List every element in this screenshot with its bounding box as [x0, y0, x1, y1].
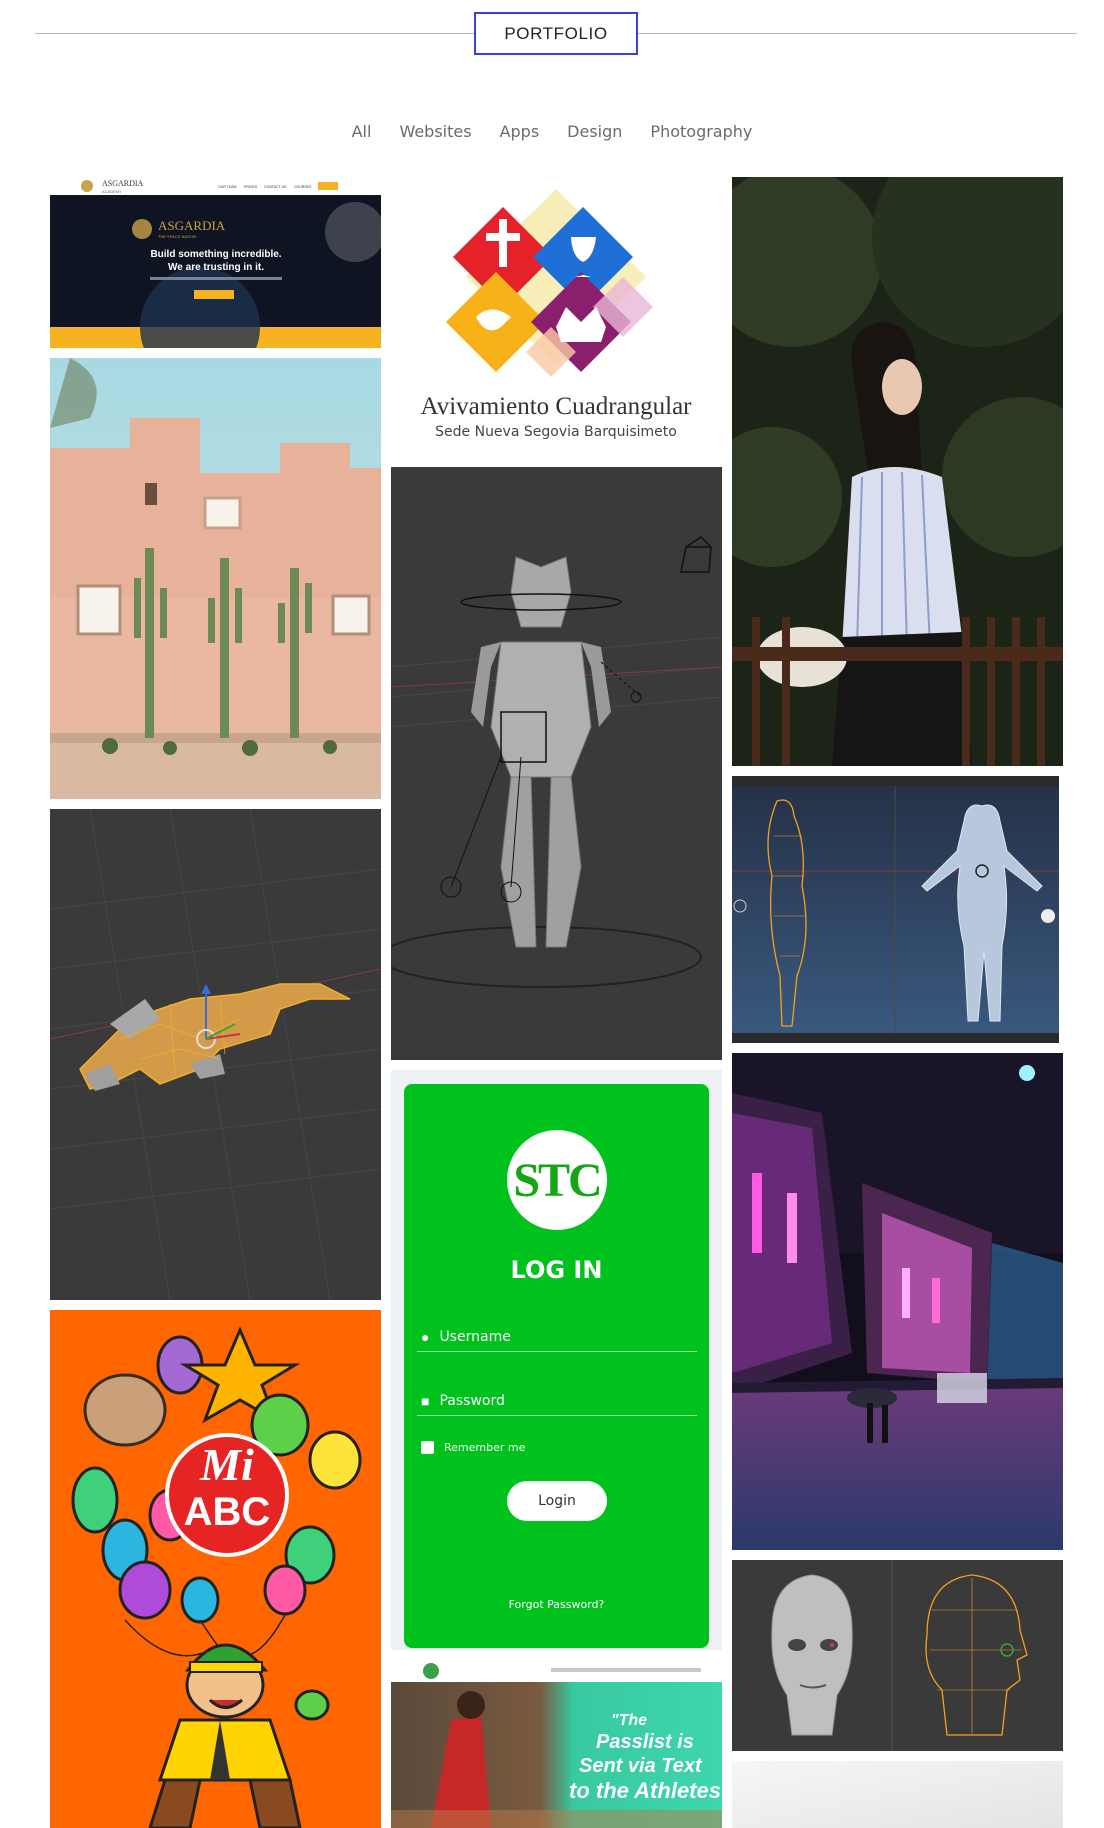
asgardia-headline-1: Build something incredible.: [150, 249, 281, 260]
forgot-password-link[interactable]: Forgot Password?: [404, 1598, 709, 1611]
portfolio-item-3d-robot-rig[interactable]: [391, 467, 722, 1060]
user-icon: ●: [421, 1328, 430, 1345]
password-placeholder: Password: [439, 1392, 505, 1409]
passlist-quote-3: Sent via Text: [579, 1755, 703, 1777]
remember-me-row: Remember me: [421, 1441, 525, 1454]
asgardia-brand: ASGARDIA: [102, 179, 144, 188]
filter-bar: All Websites Apps Design Photography: [0, 122, 1104, 141]
filter-all[interactable]: All: [338, 122, 386, 141]
passlist-quote-4: to the Athletes": [569, 1778, 722, 1803]
portfolio-item-3d-head-models[interactable]: [732, 1560, 1063, 1751]
asgardia-headline-2: We are trusting in it.: [168, 262, 264, 273]
asgardia-nav-contact: CONTACT US: [264, 185, 287, 189]
portfolio-item-passlist-website[interactable]: "The Passlist is Sent via Text to the At…: [391, 1660, 722, 1828]
filter-design[interactable]: Design: [553, 122, 636, 141]
login-title: LOG IN: [510, 1256, 603, 1284]
miabc-word-abc: ABC: [184, 1490, 271, 1534]
passlist-quote-1: "The: [611, 1712, 647, 1729]
portfolio-item-mi-abc-illustration[interactable]: Mi ABC: [50, 1310, 381, 1828]
asgardia-nav-prices: PRICES: [244, 185, 258, 189]
asgardia-hero-brand: ASGARDIA: [158, 218, 226, 233]
username-placeholder: Username: [439, 1328, 511, 1345]
password-field[interactable]: ■ Password: [417, 1386, 697, 1416]
remember-label: Remember me: [444, 1441, 526, 1454]
portfolio-item-neon-city-photo[interactable]: [732, 1053, 1063, 1550]
lock-icon: ■: [421, 1392, 430, 1409]
church-name: Avivamiento Cuadrangular: [421, 393, 693, 420]
miabc-word-mi: Mi: [199, 1439, 254, 1490]
page-title: PORTFOLIO: [474, 12, 638, 55]
asgardia-hero-tag: THE SPACE NATION: [158, 234, 196, 239]
portfolio-item-church-logo[interactable]: Avivamiento Cuadrangular Sede Nueva Sego…: [391, 177, 722, 447]
filter-photography[interactable]: Photography: [636, 122, 766, 141]
portfolio-item-asgardia-website[interactable]: ASGARDIA ACADEMY OUR TEAM PRICES CONTACT…: [50, 177, 381, 348]
asgardia-nav-courses: COURSES: [294, 185, 312, 189]
asgardia-brand-sub: ACADEMY: [102, 189, 122, 194]
login-button[interactable]: Login: [507, 1481, 607, 1521]
stc-logo-text: STC: [513, 1153, 602, 1207]
passlist-quote-2: Passlist is: [596, 1731, 694, 1753]
portfolio-item-light-image[interactable]: [732, 1761, 1063, 1828]
portfolio-item-3d-figure-wireframe[interactable]: [732, 776, 1059, 1043]
remember-checkbox[interactable]: [421, 1441, 434, 1454]
stc-logo: STC: [507, 1130, 607, 1230]
church-sub: Sede Nueva Segovia Barquisimeto: [435, 424, 677, 440]
username-field[interactable]: ● Username: [417, 1322, 697, 1352]
filter-websites[interactable]: Websites: [385, 122, 485, 141]
portfolio-item-stc-login-app[interactable]: STC LOG IN ● Username ■ Password Remembe…: [391, 1070, 722, 1650]
login-card: STC LOG IN ● Username ■ Password Remembe…: [404, 1084, 709, 1648]
asgardia-nav-team: OUR TEAM: [218, 185, 236, 189]
portfolio-item-woman-portrait-photo[interactable]: [732, 177, 1063, 766]
portfolio-item-3d-panther-model[interactable]: [50, 809, 381, 1300]
portfolio-item-adobe-house-photo[interactable]: [50, 358, 381, 799]
filter-apps[interactable]: Apps: [486, 122, 554, 141]
